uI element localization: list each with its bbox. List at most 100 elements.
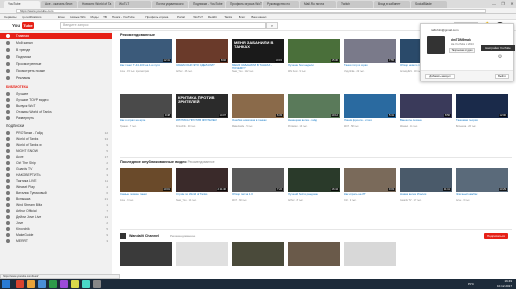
maximize-icon[interactable]: ❐ [499, 1, 507, 7]
taskbar-app-icon[interactable] [49, 280, 57, 288]
browser-tab[interactable]: SocialBlade [411, 1, 447, 8]
video-card[interactable]: 13:29 Эпичный камбэк Acve · 6 тыс. [456, 168, 508, 202]
browser-tab[interactable]: Руководство по [263, 1, 299, 8]
video-title[interactable]: Ваншоты сезона [400, 119, 452, 122]
video-title[interactable]: Самые ловкие танки [120, 193, 172, 196]
video-thumbnail[interactable] [232, 242, 284, 266]
sidebar-item[interactable]: Главная [0, 33, 112, 39]
browser-tab[interactable]: Подписки - YouTube [189, 1, 225, 8]
video-card[interactable]: 12:41 Как тянет Т-44-100 на 1-м пути Jove … [120, 39, 172, 73]
video-thumbnail[interactable] [176, 242, 228, 266]
video-thumbnail[interactable]: МЕНЯ ЗАБАНИЛИ В ТАНКАХ 10:15 [232, 39, 284, 63]
close-icon[interactable]: ✕ [508, 1, 516, 7]
taskbar-app-icon[interactable] [16, 280, 24, 288]
video-card[interactable] [344, 242, 396, 276]
sidebar-item[interactable]: Рекламы [0, 75, 112, 81]
sidebar-item[interactable]: Подписки [0, 54, 112, 60]
video-card[interactable]: 7:22 Обзор патча 1.0 WoT · 60 тыс. [232, 168, 284, 202]
address-field[interactable]: https://www.youtube.com [16, 9, 486, 13]
video-thumbnail[interactable]: 7:55 [344, 39, 396, 63]
video-card[interactable]: 9:48 Как я играл на арте Гранни · 7 тыс. [120, 94, 172, 128]
video-thumbnail[interactable]: КРИТИКА ПРОТИВ ЗРИТЕЛЕЙ 14:07 [176, 94, 228, 118]
browser-tab[interactable]: YouTube [4, 1, 40, 8]
video-title[interactable]: Ошибки новичков в танках [232, 119, 284, 122]
video-card[interactable]: 7:55 Танки тигр в горах Vspyshka · 22 тыс. [344, 39, 396, 73]
video-card[interactable] [176, 242, 228, 276]
video-thumbnail[interactable] [120, 242, 172, 266]
video-title[interactable]: Танки тигр в горах [344, 64, 396, 67]
video-title[interactable]: Линия фронта - итоги [344, 119, 396, 122]
video-title[interactable]: ЗАЧЕМ ОНИ ЭТО СДЕЛАЛИ? [176, 64, 228, 67]
video-title[interactable]: Эпичный камбэк [456, 193, 508, 196]
video-card[interactable]: 6:33 Ошибки новичков в танках MakeGuide · … [232, 94, 284, 128]
subscription-item[interactable]: MERRT 3 [0, 238, 112, 244]
video-thumbnail[interactable]: 8:02 [176, 39, 228, 63]
video-title[interactable]: Обзор патча 1.0 [232, 193, 284, 196]
gear-icon[interactable]: ⚙ [497, 54, 503, 60]
video-thumbnail[interactable]: 6:33 [232, 94, 284, 118]
sidebar-item[interactable]: В тренде [0, 47, 112, 53]
video-card[interactable]: МЕНЯ ЗАБАНИЛИ В ТАНКАХ 10:15 МЕНЯ ЗАБАНИЛИ… [232, 39, 284, 73]
video-thumbnail[interactable]: 10:01 [120, 168, 172, 192]
video-title[interactable]: Как тянет Т-44-100 на 1-м пути [120, 64, 172, 67]
account-avatar[interactable] [427, 36, 445, 54]
video-card[interactable] [232, 242, 284, 276]
video-card[interactable]: 15:30 Лучшие бои недели WG Fest · 9 тыс. [288, 39, 340, 73]
video-title[interactable]: Стрим по World of Tanks [176, 193, 228, 196]
video-thumbnail[interactable]: 7:22 [232, 168, 284, 192]
video-thumbnail[interactable]: 12:00 [456, 94, 508, 118]
browser-tab[interactable]: Почта украинского [152, 1, 188, 8]
video-thumbnail[interactable]: 11:11 [400, 168, 452, 192]
video-thumbnail[interactable]: 13:29 [456, 168, 508, 192]
creator-studio-button[interactable]: Творческая студия [449, 48, 475, 53]
video-card[interactable]: 8:02 ЗАЧЕМ ОНИ ЭТО СДЕЛАЛИ? Arthur · 46 ты… [176, 39, 228, 73]
video-title[interactable]: Новая ветка Италии [400, 193, 452, 196]
browser-tab[interactable]: Профиль игрока WoT [226, 1, 262, 8]
video-thumbnail[interactable]: 9:03 [344, 168, 396, 192]
browser-tab[interactable]: Вход в кабинет [374, 1, 410, 8]
minimize-icon[interactable]: — [490, 1, 498, 7]
taskbar-app-icon[interactable] [93, 280, 101, 288]
add-account-button[interactable]: Добавить аккаунт [425, 74, 455, 79]
video-title[interactable]: Как играть на ЛТ [344, 193, 396, 196]
sidebar-item[interactable]: Мой канал [0, 40, 112, 46]
video-title[interactable]: Лучшие бои недели [288, 64, 340, 67]
youtube-logo[interactable]: You Tube [12, 22, 34, 29]
search-input[interactable]: Введите запрос [60, 22, 266, 29]
video-title[interactable]: Танковая теория [456, 119, 508, 122]
taskbar-app-icon[interactable] [38, 280, 46, 288]
video-thumbnail[interactable]: 15:30 [288, 39, 340, 63]
video-card[interactable]: 19:12 Немецкая ветка - гайд Protanки · 13 … [288, 94, 340, 128]
channel-avatar[interactable] [120, 233, 126, 239]
channel-name[interactable]: Wandallt Channel [129, 232, 159, 240]
video-card[interactable]: 8:50 Ваншоты сезона Weasel · 11 тыс. [400, 94, 452, 128]
video-thumbnail[interactable]: 8:50 [400, 94, 452, 118]
video-title[interactable]: Лучший бой в рандоме [288, 193, 340, 196]
browser-tab[interactable]: WoTLT [115, 1, 151, 8]
logout-button[interactable]: Выйти [495, 74, 509, 79]
video-card[interactable]: 16:44 Лучший бой в рандоме Arthur · 8 тыс. [288, 168, 340, 202]
video-title[interactable]: Немецкая ветка - гайд [288, 119, 340, 122]
taskbar-app-icon[interactable] [82, 280, 90, 288]
taskbar-app-icon[interactable] [27, 280, 35, 288]
sidebar-item[interactable]: Посмотреть позже [0, 68, 112, 74]
taskbar-app-icon[interactable] [71, 280, 79, 288]
video-thumbnail[interactable]: 19:12 [288, 94, 340, 118]
sidebar-item[interactable]: Просмотренные [0, 61, 112, 67]
browser-tab[interactable]: Новости World of Ta [78, 1, 114, 8]
sidebar-library-item[interactable]: Развернуть [0, 115, 112, 121]
video-card[interactable]: 2:11:40 Стрим по World of Tanks Near_You ·… [176, 168, 228, 202]
video-card[interactable] [288, 242, 340, 276]
video-card[interactable] [120, 242, 172, 276]
video-thumbnail[interactable]: 2:11:40 [176, 168, 228, 192]
video-card[interactable]: 5:41 Линия фронта - итоги WoT · 58 тыс. [344, 94, 396, 128]
subscribe-button[interactable]: Подписаться [484, 233, 508, 239]
video-card[interactable]: 10:01 Самые ловкие танки Jove · 3 тыс. [120, 168, 172, 202]
language-indicator[interactable]: РУС [468, 279, 474, 289]
video-thumbnail[interactable] [288, 242, 340, 266]
browser-tab[interactable]: Ace - скачать бесп [41, 1, 77, 8]
video-thumbnail[interactable] [344, 242, 396, 266]
video-thumbnail[interactable]: 5:41 [344, 94, 396, 118]
video-card[interactable]: 9:03 Как играть на ЛТ Ctrl · 2 тыс. [344, 168, 396, 202]
video-title[interactable]: КРИТИКА ПРОТИВ ЗРИТЕЛЕЙ [176, 119, 228, 122]
